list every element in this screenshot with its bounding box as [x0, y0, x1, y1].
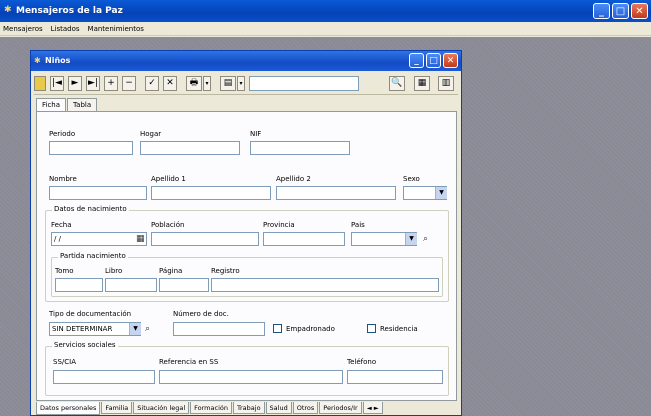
child-window-icon: ✱	[34, 56, 41, 65]
num-doc-field[interactable]	[173, 322, 265, 336]
book-icon[interactable]: ▥	[438, 76, 454, 91]
child-title-bar: ✱ Niños _ □ ✕	[31, 51, 461, 71]
print-icon[interactable]: 🖶	[186, 76, 202, 91]
print-dropdown-arrow[interactable]: ▾	[203, 76, 211, 91]
residencia-checkbox[interactable]	[367, 324, 376, 333]
pagina-field[interactable]	[159, 278, 209, 292]
telefono-field[interactable]	[347, 370, 443, 384]
num-doc-label: Número de doc.	[173, 310, 229, 318]
nombre-label: Nombre	[49, 175, 77, 183]
periodo-field[interactable]	[49, 141, 133, 155]
menu-mantenimientos[interactable]: Mantenimientos	[88, 22, 144, 35]
preview-dropdown-arrow[interactable]: ▾	[237, 76, 245, 91]
child-title: Niños	[45, 56, 71, 65]
tab-tabla[interactable]: Tabla	[67, 98, 98, 111]
pagina-label: Página	[159, 267, 183, 275]
tipo-doc-dropdown[interactable]: SIN DETERMINAR	[49, 322, 141, 336]
pais-chevron-down-icon[interactable]: ▼	[405, 233, 417, 245]
sexo-label: Sexo	[403, 175, 420, 183]
calendar-icon[interactable]: ▦	[136, 234, 145, 244]
fecha-field[interactable]: / /	[51, 232, 147, 246]
child-close-button[interactable]: ✕	[443, 53, 458, 68]
chevron-down-icon[interactable]: ▼	[435, 187, 447, 199]
apellido1-field[interactable]	[151, 186, 271, 200]
libro-field[interactable]	[105, 278, 157, 292]
fecha-label: Fecha	[51, 221, 72, 229]
tomo-field[interactable]	[55, 278, 103, 292]
tipo-doc-label: Tipo de documentación	[49, 310, 132, 318]
menu-mensajeros[interactable]: Mensajeros	[3, 22, 43, 35]
nif-field[interactable]	[250, 141, 350, 155]
view-tabs: Ficha Tabla	[36, 98, 98, 112]
pais-label: Pais	[351, 221, 365, 229]
find-icon[interactable]: 🔍	[389, 76, 405, 91]
poblacion-label: Población	[151, 221, 185, 229]
apellido2-label: Apellido 2	[276, 175, 311, 183]
hogar-field[interactable]	[140, 141, 240, 155]
accept-button[interactable]: ✓	[145, 76, 159, 91]
app-icon: ✱	[4, 5, 12, 15]
ss-cia-label: SS/CIA	[53, 358, 76, 366]
nombre-field[interactable]	[49, 186, 147, 200]
nif-label: NIF	[250, 130, 262, 138]
add-record-button[interactable]: +	[104, 76, 118, 91]
telefono-label: Teléfono	[347, 358, 377, 366]
empadronado-label: Empadronado	[286, 325, 335, 333]
tab-scroll-arrows[interactable]: ◄ ►	[362, 402, 383, 414]
tab-otros[interactable]: Otros	[292, 402, 319, 414]
last-record-button[interactable]: ►|	[86, 76, 100, 91]
registro-label: Registro	[211, 267, 240, 275]
libro-label: Libro	[105, 267, 123, 275]
pais-search-icon[interactable]: ⌕	[423, 234, 428, 244]
exit-door-icon[interactable]	[34, 76, 46, 91]
tab-periodos[interactable]: Periodos/Ir	[319, 402, 362, 414]
section-tabs: Datos personales Familia Situación legal…	[36, 402, 457, 415]
tab-trabajo[interactable]: Trabajo	[232, 402, 265, 414]
minimize-button[interactable]: _	[593, 3, 610, 19]
registro-field[interactable]	[211, 278, 439, 292]
periodo-label: Periodo	[49, 130, 76, 138]
app-title: Mensajeros de la Paz	[16, 6, 123, 16]
tipo-doc-chevron-down-icon[interactable]: ▼	[129, 323, 141, 335]
poblacion-field[interactable]	[151, 232, 259, 246]
child-maximize-button[interactable]: □	[426, 53, 441, 68]
tab-familia[interactable]: Familia	[101, 402, 133, 414]
cancel-button[interactable]: ✕	[163, 76, 177, 91]
maximize-button[interactable]: □	[612, 3, 629, 19]
nacimiento-group-title: Datos de nacimiento	[52, 205, 129, 213]
partida-group-title: Partida nacimiento	[58, 252, 128, 260]
provincia-label: Provincia	[263, 221, 295, 229]
app-title-bar: ✱ Mensajeros de la Paz _ □ ✕	[0, 0, 651, 22]
close-button[interactable]: ✕	[631, 3, 648, 19]
menu-bar: Mensajeros Listados Mantenimientos	[0, 22, 651, 36]
tipo-doc-search-icon[interactable]: ⌕	[145, 324, 150, 334]
ss-cia-field[interactable]	[53, 370, 155, 384]
ninos-window: ✱ Niños _ □ ✕ |◄ ► ►| + − ✓ ✕ 🖶 ▾ ▤ ▾ 🔍 …	[30, 50, 462, 416]
delete-record-button[interactable]: −	[122, 76, 136, 91]
record-toolbar: |◄ ► ►| + − ✓ ✕ 🖶 ▾ ▤ ▾ 🔍 ▦ ▥	[34, 74, 458, 95]
child-minimize-button[interactable]: _	[409, 53, 424, 68]
form-page: Periodo Hogar NIF Nombre Apellido 1 Apel…	[36, 111, 457, 401]
grid-icon[interactable]: ▦	[414, 76, 430, 91]
search-input[interactable]	[249, 76, 359, 91]
empadronado-checkbox[interactable]	[273, 324, 282, 333]
tab-ficha[interactable]: Ficha	[36, 98, 67, 112]
preview-icon[interactable]: ▤	[220, 76, 236, 91]
apellido2-field[interactable]	[276, 186, 396, 200]
servicios-group-title: Servicios sociales	[52, 341, 118, 349]
first-record-button[interactable]: |◄	[50, 76, 64, 91]
tab-datos-personales[interactable]: Datos personales	[36, 402, 101, 415]
apellido1-label: Apellido 1	[151, 175, 186, 183]
tab-situacion-legal[interactable]: Situación legal	[133, 402, 190, 414]
menu-listados[interactable]: Listados	[51, 22, 80, 35]
referencia-field[interactable]	[159, 370, 343, 384]
tomo-label: Tomo	[55, 267, 74, 275]
tab-salud[interactable]: Salud	[265, 402, 292, 414]
next-record-button[interactable]: ►	[68, 76, 82, 91]
referencia-label: Referencia en SS	[159, 358, 219, 366]
hogar-label: Hogar	[140, 130, 162, 138]
provincia-field[interactable]	[263, 232, 345, 246]
tab-formacion[interactable]: Formación	[190, 402, 232, 414]
residencia-label: Residencia	[380, 325, 418, 333]
